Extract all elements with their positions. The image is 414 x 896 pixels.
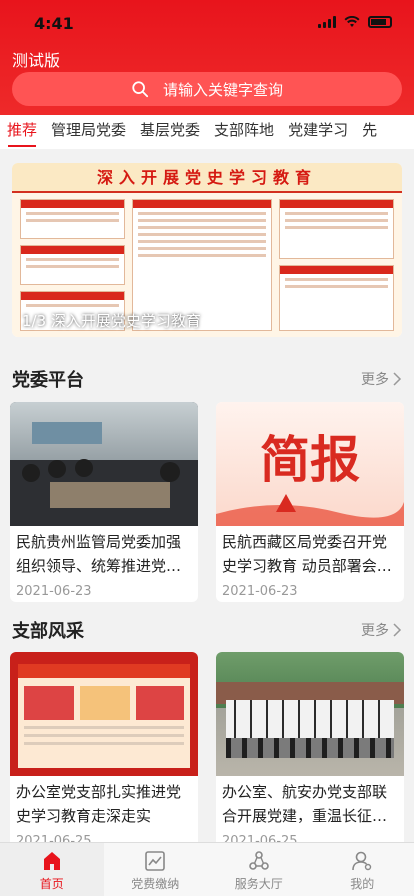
tab-bureau-committee[interactable]: 管理局党委 (44, 115, 133, 149)
celebration-board (10, 652, 198, 776)
more-link-committee[interactable]: 更多 (361, 369, 402, 389)
wifi-icon (344, 16, 360, 27)
tabbar-party-fee[interactable]: 党费缴纳 (104, 843, 208, 896)
card-title: 办公室党支部扎实推进党史学习教育走深走实 (16, 783, 182, 825)
search-icon (132, 81, 149, 98)
jianbao-artwork: 简报 (216, 430, 404, 526)
news-card[interactable]: 简报 民航西藏区局党委召开党史学习教育 动员部署会部... 2021-06-23 (216, 402, 404, 602)
jianbao-poster: 简报 (216, 402, 404, 526)
group-photo (216, 652, 404, 776)
banner-caption: 1/3 深入开展党史学习教育 (22, 312, 201, 330)
service-icon (248, 851, 269, 870)
card-title: 民航西藏区局党委召开党史学习教育 动员部署会部... (222, 533, 388, 575)
tabbar-label: 首页 (39, 877, 64, 891)
tabbar-service[interactable]: 服务大厅 (207, 843, 311, 896)
more-label: 更多 (361, 372, 389, 388)
tab-more-truncated[interactable]: 先 (355, 115, 384, 149)
signal-icon (318, 16, 336, 28)
category-tabs: 推荐 管理局党委 基层党委 支部阵地 党建学习 先 (0, 115, 414, 149)
tabbar-home[interactable]: 首页 (0, 843, 104, 896)
tab-recommend[interactable]: 推荐 (0, 115, 44, 149)
svg-text:简报: 简报 (260, 430, 360, 489)
battery-icon (368, 16, 392, 28)
section-title-committee: 党委平台 (12, 370, 84, 391)
tab-branch-front[interactable]: 支部阵地 (207, 115, 281, 149)
more-label: 更多 (361, 623, 389, 639)
header: 4:41 测试版 请输入关键字查询 (0, 0, 414, 115)
tabbar-label: 我的 (350, 877, 375, 891)
bottom-tab-bar: 首页 党费缴纳 服务大厅 我的 (0, 842, 414, 896)
chevron-right-icon (393, 372, 402, 386)
status-bar: 4:41 (0, 0, 414, 44)
home-icon (43, 852, 60, 870)
tabbar-profile[interactable]: 我的 (311, 843, 414, 896)
tab-party-study[interactable]: 党建学习 (281, 115, 355, 149)
user-icon (352, 851, 372, 871)
news-card[interactable]: 办公室党支部扎实推进党史学习教育走深走实 2021-06-25 (10, 652, 198, 852)
search-placeholder: 请输入关键字查询 (162, 80, 283, 99)
tabbar-label: 服务大厅 (234, 877, 283, 891)
banner-title: 深入开展党史学习教育 (12, 163, 402, 193)
status-time: 4:41 (34, 14, 74, 33)
more-link-branch[interactable]: 更多 (361, 620, 402, 640)
app-title: 测试版 (12, 51, 61, 70)
card-title: 办公室、航安办党支部联合开展党建，重温长征精神... (222, 783, 388, 825)
search-input[interactable]: 请输入关键字查询 (12, 72, 402, 106)
chart-icon (145, 851, 166, 871)
card-date: 2021-06-23 (222, 584, 298, 599)
card-title: 民航贵州监管局党委加强组织领导、统筹推进党史... (16, 533, 182, 575)
chevron-right-icon (393, 623, 402, 637)
news-card[interactable]: 办公室、航安办党支部联合开展党建，重温长征精神... 2021-06-25 (216, 652, 404, 852)
meeting-photo (10, 402, 198, 526)
tabbar-label: 党费缴纳 (131, 877, 180, 891)
tab-grassroots-committee[interactable]: 基层党委 (133, 115, 207, 149)
news-card[interactable]: 民航贵州监管局党委加强组织领导、统筹推进党史... 2021-06-23 (10, 402, 198, 602)
card-date: 2021-06-23 (16, 584, 92, 599)
banner-carousel[interactable]: 深入开展党史学习教育 1/3 深入开展党史学习教育 (12, 163, 402, 337)
section-title-branch: 支部风采 (12, 621, 84, 642)
